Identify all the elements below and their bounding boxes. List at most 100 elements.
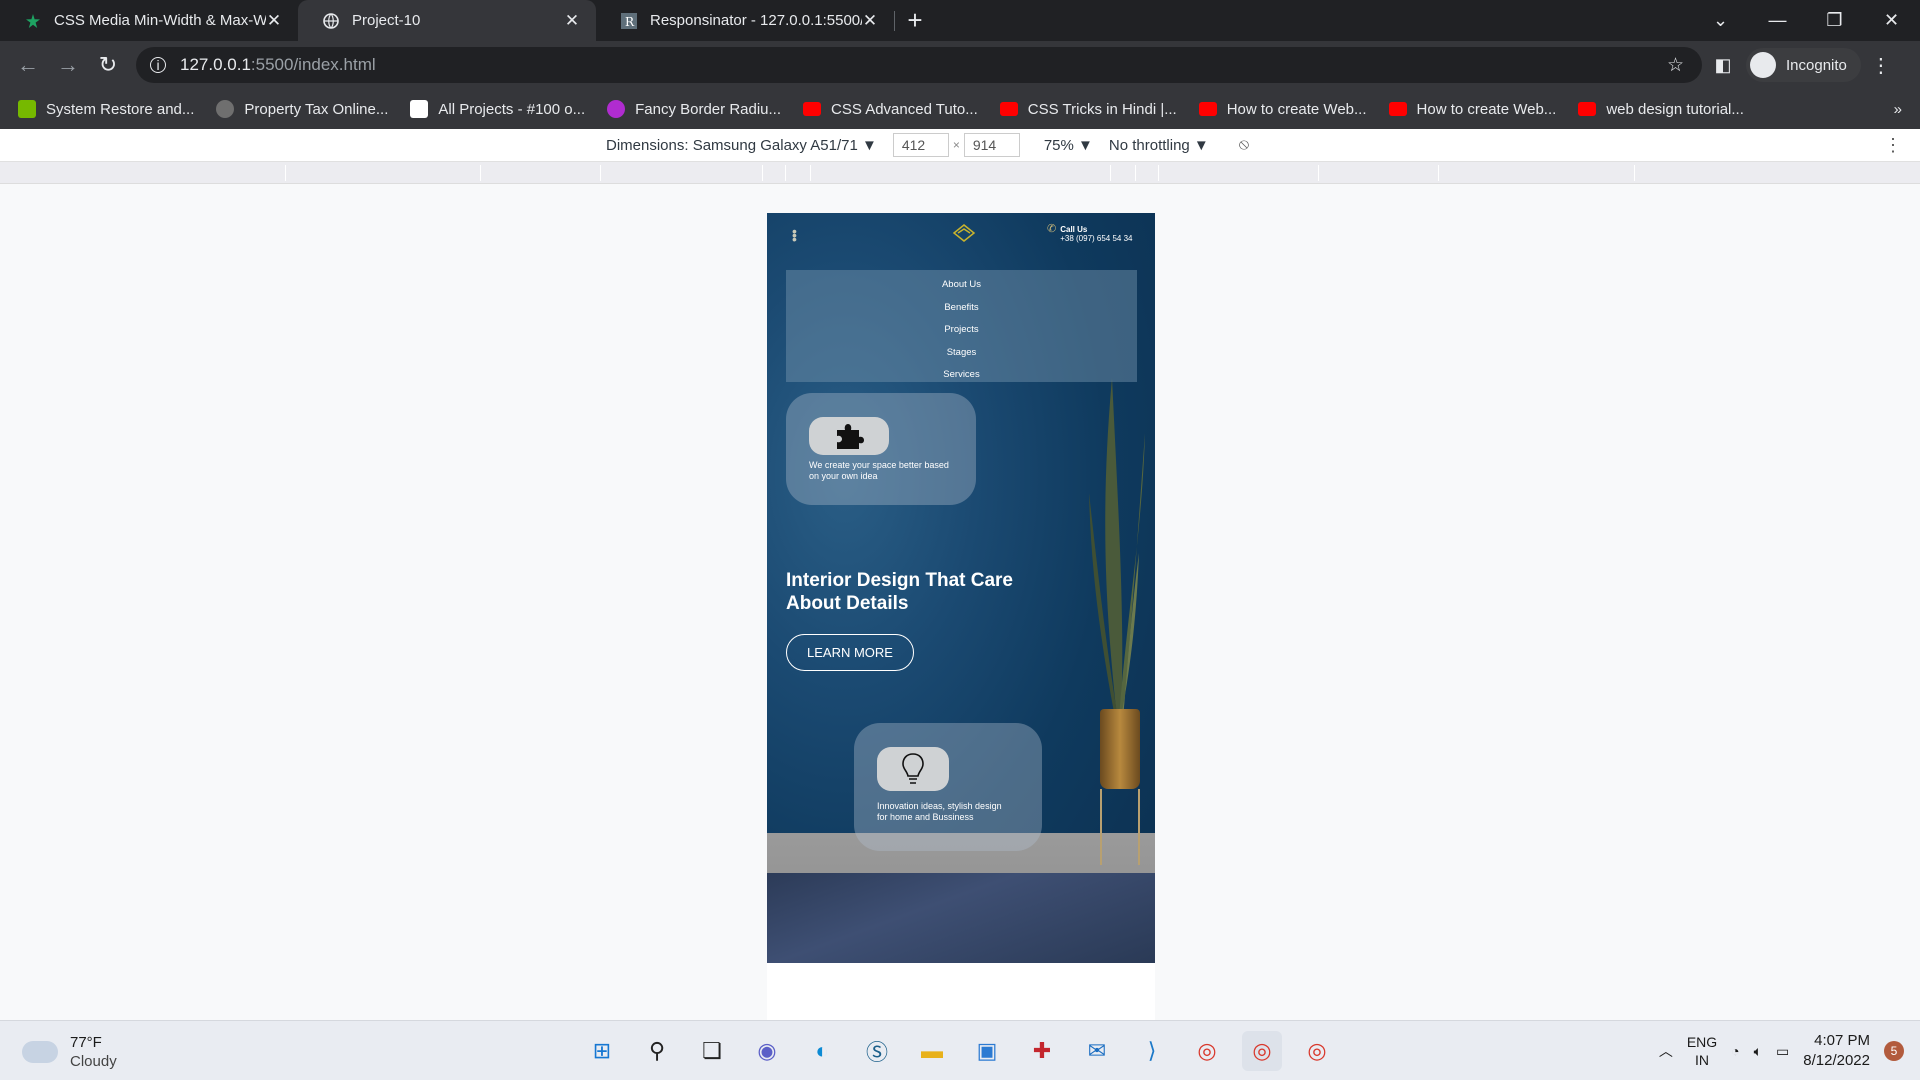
zoom-value: 75% (1043, 136, 1074, 154)
throttling-value: No throttling (1108, 136, 1190, 154)
rotate-icon[interactable]: ⦸ (1239, 136, 1249, 154)
bookmark-item[interactable]: All Projects - #100 o... (410, 100, 585, 118)
system-tray: ︿ ENG IN ◔ 🔈︎ ▭ 4:07 PM 8/12/2022 5 (1659, 1031, 1904, 1071)
bookmark-label: CSS Advanced Tuto... (831, 100, 978, 118)
taskbar-apps: ⊞ ⚲ ❏ ◉ ◐ Ⓢ ▬ ▣ ✚ ✉ ⟩ ◎ ◎ ◎ (582, 1031, 1337, 1071)
dimension-times: × (952, 138, 960, 152)
svg-text:R: R (625, 15, 635, 29)
blob-icon (607, 100, 626, 118)
nav-link-services[interactable]: Services (943, 364, 979, 387)
card-text: We create your space better based on you… (809, 460, 949, 481)
language-code: ENG (1686, 1034, 1718, 1050)
language-indicator[interactable]: ENG IN (1687, 1033, 1717, 1069)
bookmark-item[interactable]: CSS Tricks in Hindi |... (999, 101, 1177, 118)
bookmark-item[interactable]: System Restore and... (18, 100, 194, 118)
feature-card-idea: We create your space better based on you… (786, 393, 976, 505)
rug-image (767, 873, 1155, 963)
bookmark-item[interactable]: How to create Web... (1198, 100, 1367, 118)
tab-project-10[interactable]: Project-10 ✕ (298, 0, 596, 41)
bookmark-label: web design tutorial... (1606, 100, 1744, 118)
bookmark-item[interactable]: web design tutorial... (1578, 101, 1744, 118)
youtube-icon (999, 102, 1018, 116)
bookmark-item[interactable]: Property Tax Online... (216, 100, 388, 118)
side-panel-icon[interactable]: ◧ (1708, 55, 1738, 76)
notification-badge[interactable]: 5 (1884, 1041, 1904, 1061)
close-window-button[interactable]: ✕ (1863, 0, 1920, 41)
battery-icon[interactable]: ▭ (1776, 1043, 1789, 1060)
search-icon[interactable]: ⚲ (637, 1031, 677, 1071)
throttling-select[interactable]: No throttling ▼ (1109, 137, 1209, 154)
emulated-page: • • • ✆ Call Us +38 (097) 654 54 34 About … (767, 213, 1155, 1020)
device-dimensions-select[interactable]: Dimensions: Samsung Galaxy A51/71 ▼ (606, 137, 877, 154)
tab-title: CSS Media Min-Width & Max-W (54, 12, 266, 29)
incognito-profile-button[interactable]: Incognito (1746, 48, 1861, 82)
chrome-profile-icon[interactable]: ◎ (1297, 1031, 1337, 1071)
app-s-icon[interactable]: Ⓢ (857, 1031, 897, 1071)
teams-chat-icon[interactable]: ◉ (747, 1031, 787, 1071)
microsoft-store-icon[interactable]: ▣ (967, 1031, 1007, 1071)
height-input[interactable]: 914 (963, 133, 1020, 157)
tab-css-media[interactable]: CSS Media Min-Width & Max-W ✕ (0, 0, 298, 41)
plant-pot-image (1100, 709, 1140, 789)
mail-icon[interactable]: ✉ (1077, 1031, 1117, 1071)
new-tab-button[interactable]: + (895, 5, 935, 36)
tab-title: Responsinator - 127.0.0.1:5500/in (650, 12, 862, 29)
close-tab-icon[interactable]: ✕ (862, 11, 878, 31)
nav-link-projects[interactable]: Projects (944, 319, 978, 342)
tab-search-icon[interactable]: ⌄ (1692, 0, 1749, 41)
zoom-select[interactable]: 75% ▼ (1044, 137, 1093, 154)
hamburger-menu-icon[interactable]: • • • (792, 224, 797, 246)
back-button[interactable]: ← (8, 45, 48, 85)
site-header: • • • ✆ Call Us +38 (097) 654 54 34 (767, 213, 1155, 265)
address-bar[interactable]: i 127.0.0.1:5500/index.html ☆ (136, 47, 1702, 83)
vscode-icon[interactable]: ⟩ (1132, 1031, 1172, 1071)
chrome-incognito-icon[interactable]: ◎ (1242, 1031, 1282, 1071)
bookmark-label: Property Tax Online... (244, 100, 389, 118)
learn-more-button[interactable]: LEARN MORE (786, 634, 914, 671)
nav-link-benefits[interactable]: Benefits (944, 297, 978, 320)
call-us-block[interactable]: ✆ Call Us +38 (097) 654 54 34 (1047, 223, 1133, 244)
youtube-icon (803, 102, 822, 116)
menu-kebab-icon[interactable]: ⋮ (1869, 53, 1893, 78)
weather-widget[interactable]: 77°F Cloudy (22, 1033, 117, 1071)
forward-button[interactable]: → (48, 45, 88, 85)
minimize-button[interactable]: — (1749, 0, 1806, 41)
wifi-icon[interactable]: ◔ (1731, 1043, 1739, 1059)
clock[interactable]: 4:07 PM 8/12/2022 (1803, 1031, 1870, 1071)
chrome-icon[interactable]: ◎ (1187, 1031, 1227, 1071)
card-text: Innovation ideas, stylish design for hom… (877, 801, 1002, 822)
nvidia-icon (18, 100, 36, 118)
file-explorer-icon[interactable]: ▬ (912, 1031, 952, 1071)
chevron-up-icon[interactable]: ︿ (1659, 1041, 1673, 1061)
bookmark-item[interactable]: CSS Advanced Tuto... (803, 101, 978, 118)
logo-icon[interactable] (952, 223, 976, 243)
gift-app-icon[interactable]: ✚ (1022, 1031, 1062, 1071)
nav-link-stages[interactable]: Stages (947, 342, 977, 365)
start-icon[interactable]: ⊞ (582, 1031, 622, 1071)
more-bookmarks-icon[interactable]: » (1894, 101, 1902, 118)
device-label: Dimensions: Samsung Galaxy A51/71 (606, 136, 858, 154)
width-input[interactable]: 412 (892, 133, 949, 157)
nav-link-about-us[interactable]: About Us (942, 274, 981, 297)
feature-card-innovation: Innovation ideas, stylish design for hom… (854, 723, 1042, 851)
media-query-bar[interactable] (0, 162, 1920, 184)
edge-icon[interactable]: ◐ (802, 1031, 842, 1071)
restore-button[interactable]: ❐ (1806, 0, 1863, 41)
phone-icon: ✆ (1047, 223, 1057, 235)
bookmarks-bar: System Restore and... Property Tax Onlin… (0, 89, 1920, 129)
bookmark-star-icon[interactable]: ☆ (1667, 54, 1684, 77)
close-tab-icon[interactable]: ✕ (266, 11, 282, 31)
reload-button[interactable]: ↻ (88, 45, 128, 85)
site-info-icon[interactable]: i (150, 57, 166, 73)
plant-stand-image (1100, 789, 1140, 865)
task-view-icon[interactable]: ❏ (692, 1031, 732, 1071)
device-menu-kebab-icon[interactable]: ⋮ (1884, 135, 1902, 156)
bookmark-label: How to create Web... (1226, 100, 1367, 118)
cloud-icon (22, 1041, 58, 1063)
puzzle-icon (809, 417, 889, 455)
volume-icon[interactable]: 🔈︎ (1754, 1043, 1762, 1060)
tab-responsinator[interactable]: R Responsinator - 127.0.0.1:5500/in ✕ (596, 0, 894, 41)
bookmark-item[interactable]: Fancy Border Radiu... (607, 100, 781, 118)
bookmark-item[interactable]: How to create Web... (1388, 101, 1556, 118)
close-tab-icon[interactable]: ✕ (564, 11, 580, 31)
